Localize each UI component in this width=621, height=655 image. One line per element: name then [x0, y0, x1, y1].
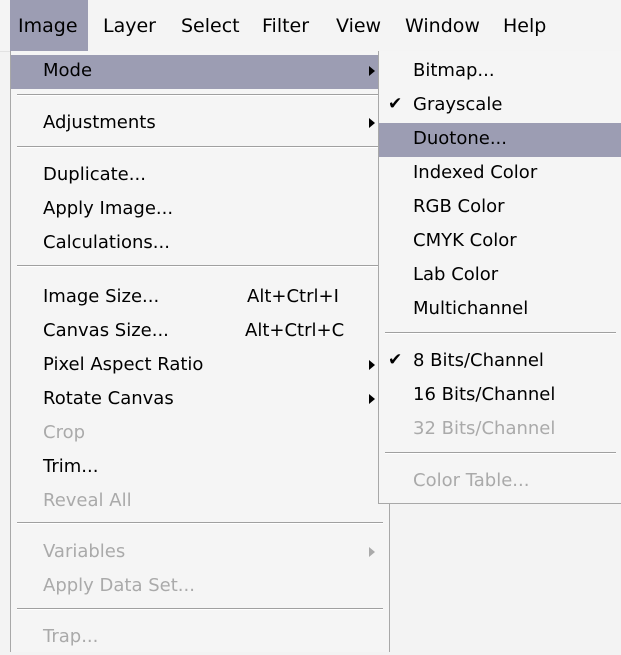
submenu-item-duotone-label: Duotone...: [413, 128, 507, 149]
menu-separator: [17, 608, 383, 610]
menu-window-label: Window: [405, 15, 480, 37]
menu-item-image-size-label: Image Size...: [43, 286, 160, 307]
menu-select[interactable]: Select: [181, 0, 240, 51]
menu-item-rotate-canvas-label: Rotate Canvas: [43, 388, 174, 409]
submenu-arrow-icon: [369, 360, 375, 370]
menu-item-variables[interactable]: Variables: [11, 536, 389, 570]
submenu-arrow-icon: [369, 118, 375, 128]
menu-item-canvas-size-label: Canvas Size...: [43, 320, 169, 341]
menu-filter[interactable]: Filter: [262, 0, 309, 51]
menu-view-label: View: [336, 15, 382, 37]
submenu-item-duotone[interactable]: Duotone...: [379, 123, 621, 157]
submenu-item-bitmap-label: Bitmap...: [413, 60, 495, 81]
menu-item-apply-data-set-label: Apply Data Set...: [43, 575, 195, 596]
menu-item-trap-label: Trap...: [43, 626, 99, 647]
menu-item-rotate-canvas[interactable]: Rotate Canvas: [11, 383, 389, 417]
menu-item-reveal-all[interactable]: Reveal All: [11, 485, 389, 519]
menu-separator: [17, 146, 383, 148]
menu-item-trap[interactable]: Trap...: [11, 621, 389, 655]
menu-item-adjustments-label: Adjustments: [43, 112, 156, 133]
submenu-item-multichannel-label: Multichannel: [413, 298, 529, 319]
submenu-arrow-icon: [369, 394, 375, 404]
mode-submenu: Bitmap... ✔ Grayscale Duotone... Indexed…: [378, 51, 621, 504]
submenu-item-32-bits-label: 32 Bits/Channel: [413, 418, 556, 439]
menu-bar: Image Layer Select Filter View Window He…: [0, 0, 621, 52]
menu-item-duplicate[interactable]: Duplicate...: [11, 159, 389, 193]
menu-item-image-size-shortcut: Alt+Ctrl+I: [247, 286, 339, 307]
checkmark-icon: ✔: [388, 94, 403, 114]
menu-view[interactable]: View: [336, 0, 381, 51]
submenu-item-8-bits-label: 8 Bits/Channel: [413, 350, 544, 371]
menu-item-reveal-all-label: Reveal All: [43, 490, 132, 511]
menu-separator: [385, 452, 616, 454]
menu-filter-label: Filter: [262, 15, 310, 37]
submenu-arrow-icon: [369, 66, 375, 76]
menu-item-canvas-size-shortcut: Alt+Ctrl+C: [245, 320, 345, 341]
menu-separator: [17, 265, 383, 267]
menu-item-canvas-size[interactable]: Canvas Size... Alt+Ctrl+C: [11, 315, 389, 349]
menu-item-adjustments[interactable]: Adjustments: [11, 107, 389, 141]
menu-separator: [17, 522, 383, 524]
menu-item-image-size[interactable]: Image Size... Alt+Ctrl+I: [11, 281, 389, 315]
menu-select-label: Select: [181, 15, 240, 37]
menu-item-trim[interactable]: Trim...: [11, 451, 389, 485]
menu-item-variables-label: Variables: [43, 541, 126, 562]
submenu-item-32-bits[interactable]: 32 Bits/Channel: [379, 413, 621, 447]
submenu-item-8-bits[interactable]: ✔ 8 Bits/Channel: [379, 345, 621, 379]
menu-item-pixel-aspect-ratio[interactable]: Pixel Aspect Ratio: [11, 349, 389, 383]
menu-help-label: Help: [503, 15, 547, 37]
submenu-item-16-bits-label: 16 Bits/Channel: [413, 384, 556, 405]
menu-item-apply-image-label: Apply Image...: [43, 198, 174, 219]
menu-item-crop[interactable]: Crop: [11, 417, 389, 451]
submenu-item-bitmap[interactable]: Bitmap...: [379, 55, 621, 89]
submenu-item-grayscale[interactable]: ✔ Grayscale: [379, 89, 621, 123]
submenu-item-cmyk-color[interactable]: CMYK Color: [379, 225, 621, 259]
submenu-item-indexed-color[interactable]: Indexed Color: [379, 157, 621, 191]
submenu-item-16-bits[interactable]: 16 Bits/Channel: [379, 379, 621, 413]
submenu-item-lab-color-label: Lab Color: [413, 264, 499, 285]
menu-image-label: Image: [18, 15, 78, 37]
submenu-item-color-table[interactable]: Color Table...: [379, 465, 621, 499]
menu-item-trim-label: Trim...: [43, 456, 99, 477]
menu-item-apply-data-set[interactable]: Apply Data Set...: [11, 570, 389, 604]
submenu-item-cmyk-color-label: CMYK Color: [413, 230, 517, 251]
menu-separator: [385, 332, 616, 334]
menu-item-mode-label: Mode: [43, 60, 93, 81]
submenu-item-multichannel[interactable]: Multichannel: [379, 293, 621, 327]
menu-item-mode[interactable]: Mode: [11, 55, 389, 89]
checkmark-icon: ✔: [388, 350, 403, 370]
submenu-item-grayscale-label: Grayscale: [413, 94, 503, 115]
menu-separator: [17, 94, 383, 96]
menu-item-calculations[interactable]: Calculations...: [11, 227, 389, 261]
menu-image[interactable]: Image: [10, 0, 88, 51]
menu-window[interactable]: Window: [405, 0, 480, 51]
menu-item-crop-label: Crop: [43, 422, 86, 443]
menu-item-pixel-aspect-ratio-label: Pixel Aspect Ratio: [43, 354, 204, 375]
menu-item-apply-image[interactable]: Apply Image...: [11, 193, 389, 227]
submenu-item-rgb-color[interactable]: RGB Color: [379, 191, 621, 225]
menu-help[interactable]: Help: [503, 0, 546, 51]
submenu-item-lab-color[interactable]: Lab Color: [379, 259, 621, 293]
submenu-item-color-table-label: Color Table...: [413, 470, 530, 491]
menu-layer-label: Layer: [103, 15, 156, 37]
submenu-item-rgb-color-label: RGB Color: [413, 196, 505, 217]
menu-item-calculations-label: Calculations...: [43, 232, 170, 253]
image-menu-dropdown: Mode Adjustments Duplicate... Apply Imag…: [10, 51, 390, 652]
menu-item-duplicate-label: Duplicate...: [43, 164, 146, 185]
menu-layer[interactable]: Layer: [103, 0, 156, 51]
submenu-item-indexed-color-label: Indexed Color: [413, 162, 538, 183]
submenu-arrow-icon: [369, 547, 375, 557]
